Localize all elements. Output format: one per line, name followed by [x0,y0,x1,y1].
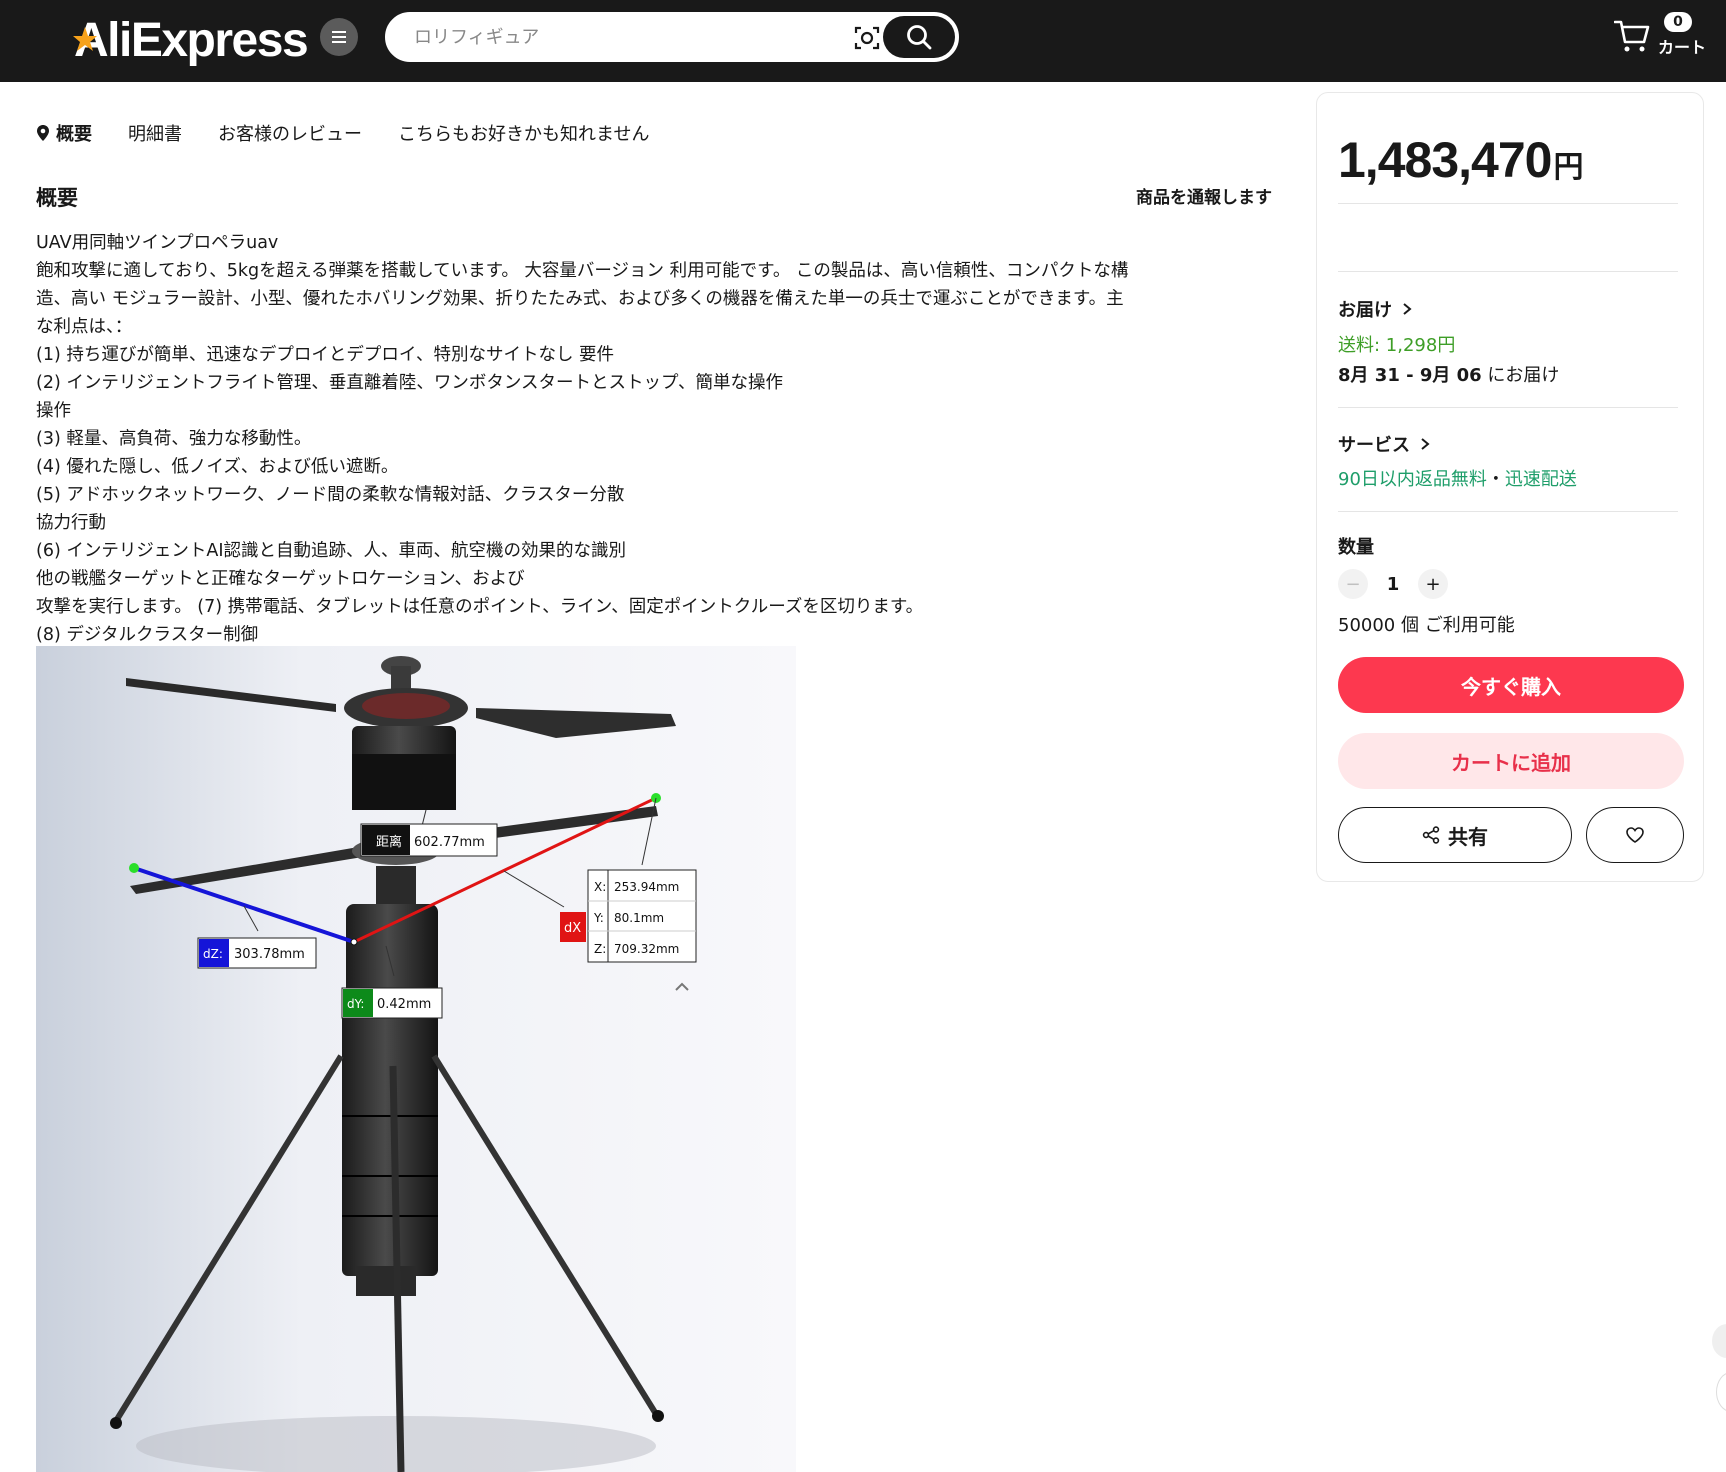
tab-reviews-label: お客様のレビュー [218,124,362,145]
tab-reviews[interactable]: お客様のレビュー [218,120,362,146]
description-line: (1) 持ち運びが簡単、迅速なデプロイとデプロイ、特別なサイトなし 要件 [36,345,615,365]
product-tabs: 概要 明細書 お客様のレビュー こちらもお好きかも知れません [36,120,649,146]
delivery-title: お届け [1338,300,1392,321]
chevron-right-icon [1421,438,1430,450]
description-line: 造、高い モジュラー設計、小型、優れたホバリング効果、折りたたみ式、および多くの… [36,289,1124,309]
chevron-right-icon [1403,303,1412,315]
stock-available: 50000 個 ご利用可能 [1338,615,1515,636]
quantity-input[interactable] [1368,573,1418,595]
product-image: 距离 602.77mm dX X: 253.94mm Y: 80.1mm Z: … [36,646,796,1472]
tab-overview[interactable]: 概要 [36,120,92,146]
search-icon [907,25,932,50]
divider [1338,271,1678,272]
service-link[interactable]: サービス [1338,431,1430,457]
location-pin-icon [37,125,49,141]
dz-value: 303.78mm [234,947,305,962]
cart-label: カート [1658,38,1707,57]
product-description: UAV用同軸ツインプロペラuav 飽和攻撃に適しており、5kgを超える弾薬を搭載… [36,229,1216,649]
divider [1338,407,1678,408]
search-button[interactable] [883,16,955,58]
description-line: 攻撃を実行します。 (7) 携帯電話、タブレットは任意のポイント、ライン、固定ポ… [36,597,924,617]
delivery-link[interactable]: お届け [1338,296,1412,322]
tab-overview-label: 概要 [56,124,92,145]
purchase-panel: 1,483,470円 お届け 送料: 1,298円 8月 31 - 9月 06 … [1316,92,1704,882]
z-value: 709.32mm [614,942,679,956]
delivery-date-range: 8月 31 - 9月 06 [1338,365,1482,386]
buy-now-button[interactable]: 今すぐ購入 [1338,657,1684,713]
y-axis-tag: Y: [593,911,604,925]
shipping-fee: 送料: 1,298円 [1338,335,1456,356]
y-value: 80.1mm [614,911,664,925]
delivery-date: 8月 31 - 9月 06 にお届け [1338,361,1559,387]
description-line: 操作 [36,401,71,421]
service-features: 90日以内返品無料・迅速配送 [1338,465,1577,491]
free-returns: 90日以内返品無料 [1338,469,1487,490]
dx-tag: dX [564,921,581,936]
cart-button[interactable]: 0 カート [1614,10,1714,70]
delivery-date-suffix: にお届け [1481,365,1560,386]
separator-dot: ・ [1486,469,1505,490]
dy-tag: dY: [347,997,364,1011]
floating-help-button[interactable] [1716,1372,1726,1412]
cart-icon [1614,20,1650,52]
quantity-increase-button[interactable]: + [1418,569,1448,599]
search-input[interactable] [414,15,844,59]
tab-specifications[interactable]: 明細書 [128,120,182,146]
divider [1338,511,1678,512]
distance-value: 602.77mm [414,835,485,850]
description-line: (3) 軽量、高負荷、強力な移動性。 [36,429,312,449]
quantity-stepper: − + [1338,569,1448,599]
quantity-title: 数量 [1338,537,1374,558]
fast-delivery: 迅速配送 [1504,469,1577,490]
price-amount: 1,483,470 [1338,132,1552,188]
tab-specifications-label: 明細書 [128,124,182,145]
tab-recommendations-label: こちらもお好きかも知れません [398,124,650,145]
cart-count-badge: 0 [1664,12,1692,32]
aliexpress-logo[interactable]: AliExpress [73,10,309,70]
search-bar [385,12,959,62]
share-button[interactable]: 共有 [1338,807,1572,863]
price: 1,483,470円 [1338,131,1583,189]
description-line: (8) デジタルクラスター制御 [36,625,259,645]
menu-button[interactable] [320,18,358,56]
floating-scroll-button[interactable] [1712,1324,1726,1358]
top-header: AliExpress 0 カート [0,0,1726,82]
description-line: 協力行動 [36,513,106,533]
description-line: (4) 優れた隠し、低ノイズ、および低い遮断。 [36,457,399,477]
description-line: な利点は、： [36,317,133,337]
dy-value: 0.42mm [377,997,431,1012]
distance-tag: 距离 [376,834,402,850]
menu-icon [332,31,346,43]
drone-cad-render: 距离 602.77mm dX X: 253.94mm Y: 80.1mm Z: … [36,646,796,1472]
heart-icon [1626,827,1644,843]
x-axis-tag: X: [594,880,606,894]
tab-recommendations[interactable]: こちらもお好きかも知れません [398,120,649,146]
overview-title: 概要 [36,186,78,210]
service-title: サービス [1338,435,1410,456]
logo-star-icon [73,27,97,51]
share-label: 共有 [1448,824,1488,849]
dz-tag: dZ: [203,947,223,961]
quantity-decrease-button[interactable]: − [1338,569,1368,599]
price-currency: 円 [1553,151,1583,184]
report-item-link[interactable]: 商品を通報します [1136,183,1272,208]
add-to-cart-button[interactable]: カートに追加 [1338,733,1684,789]
divider [1338,203,1678,204]
description-line: (6) インテリジェントAI認識と自動追跡、人、車両、航空機の効果的な識別 [36,541,626,561]
description-line: UAV用同軸ツインプロペラuav [36,233,279,253]
wishlist-button[interactable] [1586,807,1684,863]
description-line: (5) アドホックネットワーク、ノード間の柔軟な情報対話、クラスター分散 [36,485,625,505]
description-line: 飽和攻撃に適しており、5kgを超える弾薬を搭載しています。 大容量バージョン 利… [36,261,1129,281]
x-value: 253.94mm [614,880,679,894]
image-search-icon[interactable] [853,24,881,52]
description-line: (2) インテリジェントフライト管理、垂直離着陸、ワンボタンスタートとストップ、… [36,373,783,393]
logo-text: AliExpress [74,13,309,67]
description-line: 他の戦艦ターゲットと正確なターゲットロケーション、および [36,569,525,589]
z-axis-tag: Z: [594,942,606,956]
share-icon [1422,826,1440,844]
